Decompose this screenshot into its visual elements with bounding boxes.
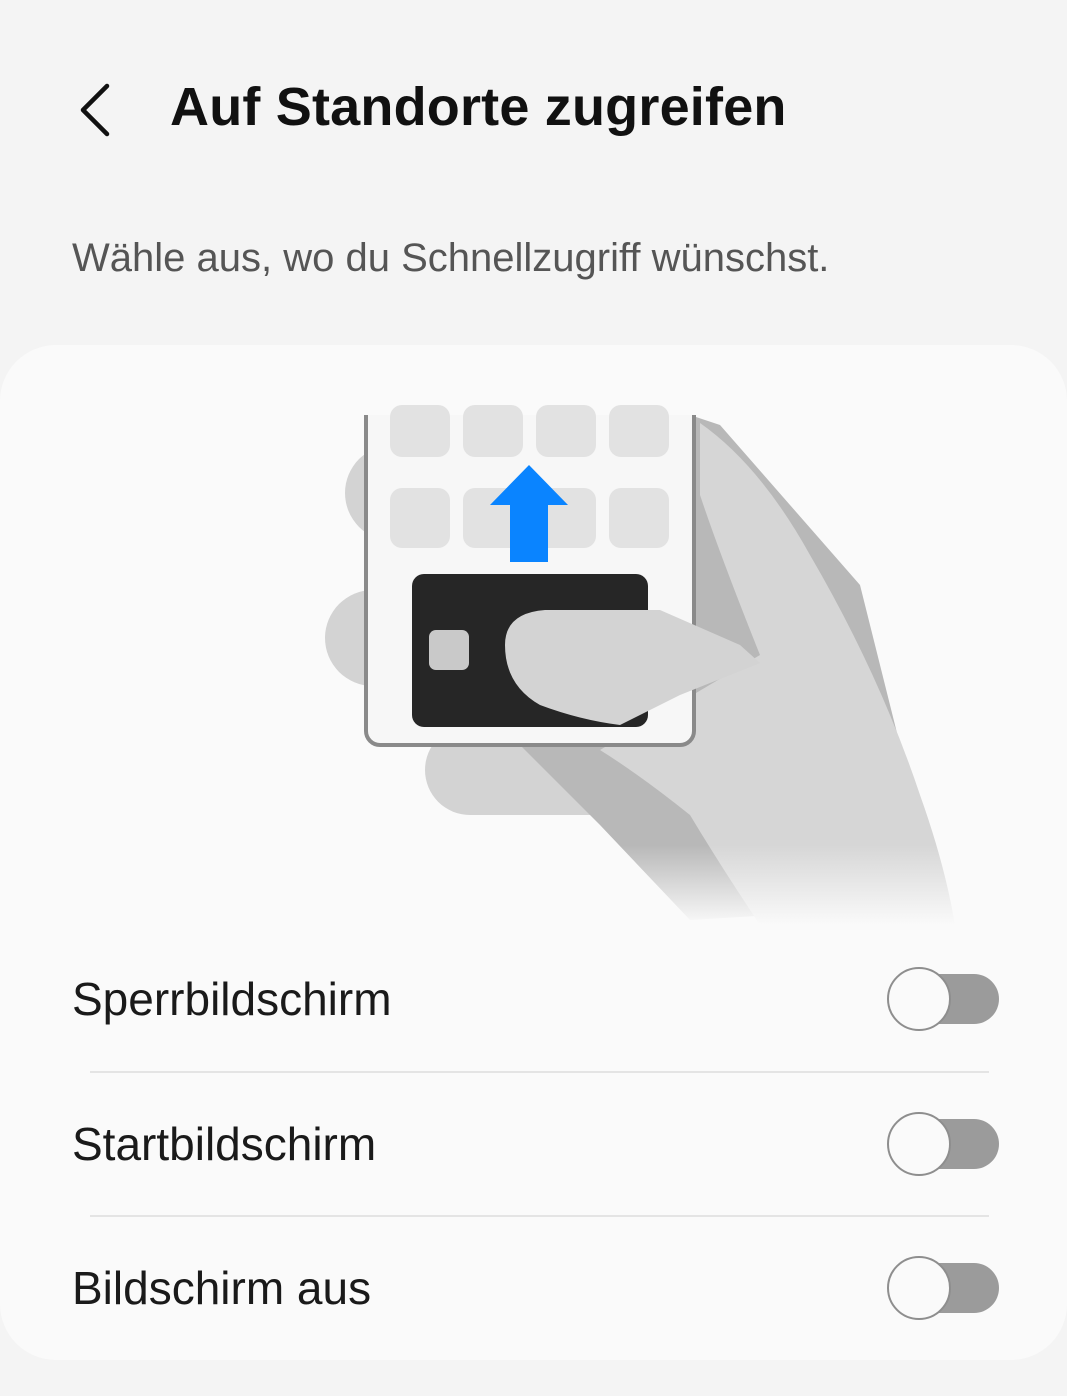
screen-off-toggle[interactable]	[887, 1256, 999, 1320]
chevron-left-icon	[80, 83, 110, 137]
toggle-knob	[887, 1112, 951, 1176]
toggle-knob	[887, 1256, 951, 1320]
toggle-knob	[887, 967, 951, 1031]
option-label: Bildschirm aus	[72, 1262, 372, 1314]
page-description: Wähle aus, wo du Schnellzugriff wünschst…	[72, 236, 830, 280]
back-button[interactable]	[60, 70, 130, 150]
option-label: Startbildschirm	[72, 1118, 377, 1170]
app-bar: Auf Standorte zugreifen	[0, 0, 1067, 220]
home-screen-toggle[interactable]	[887, 1112, 999, 1176]
page-title: Auf Standorte zugreifen	[170, 77, 787, 137]
option-row-lock-screen[interactable]: Sperrbildschirm	[0, 927, 1067, 1071]
option-row-home-screen[interactable]: Startbildschirm	[0, 1072, 1067, 1216]
settings-card: Sperrbildschirm Startbildschirm Bildschi…	[0, 345, 1067, 1360]
option-label: Sperrbildschirm	[72, 973, 392, 1025]
phone-swipe-up-card-illustration	[0, 345, 1067, 925]
option-row-screen-off[interactable]: Bildschirm aus	[0, 1216, 1067, 1360]
lock-screen-toggle[interactable]	[887, 967, 999, 1031]
